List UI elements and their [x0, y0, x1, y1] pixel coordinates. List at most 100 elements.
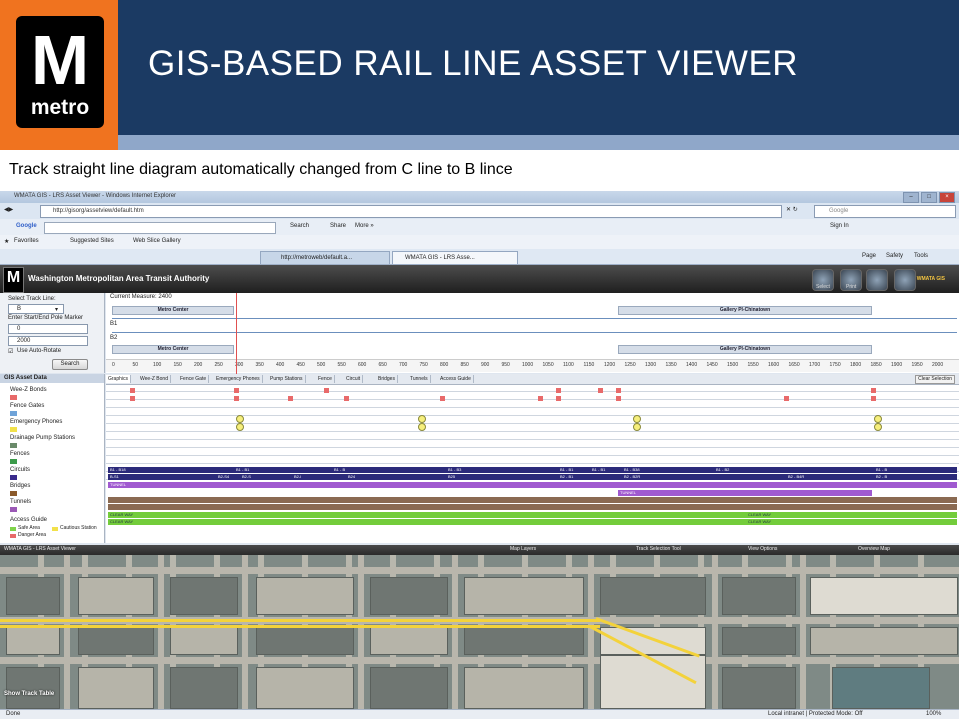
- emergency-phone-marker[interactable]: [418, 415, 426, 423]
- emergency-phone-marker[interactable]: [874, 415, 882, 423]
- asset-tab[interactable]: Bridges: [376, 375, 398, 383]
- map-road: [588, 555, 594, 709]
- asset-tab[interactable]: Pump Stations: [268, 375, 306, 383]
- track-line-b2: [112, 332, 957, 333]
- track-selection-tool-panel[interactable]: Track Selection Tool: [636, 546, 681, 552]
- station-bar[interactable]: Gallery Pl-Chinatown: [618, 306, 872, 315]
- overview-icon[interactable]: [866, 269, 888, 291]
- measure-icon[interactable]: [894, 269, 916, 291]
- track-label: B1: [110, 321, 118, 327]
- circuit-band[interactable]: B1 - B18 B1 - B1 B1 - B B1 - B3 B1 - B1 B1 - …: [108, 467, 957, 473]
- wee-z-bond-marker[interactable]: [871, 388, 876, 393]
- wee-z-bond-marker[interactable]: [288, 396, 293, 401]
- asset-tab[interactable]: Wee-Z Bond: [138, 375, 171, 383]
- wee-z-bond-marker[interactable]: [871, 396, 876, 401]
- track-line-select[interactable]: B ▾: [8, 304, 64, 314]
- start-marker-input[interactable]: 0: [8, 324, 88, 334]
- circuit-band[interactable]: B-S1 B2-S4 B2-S B2-I B24 B25 B2 - B1 B2 - B2R B2…: [108, 474, 957, 480]
- bridge-band[interactable]: [108, 497, 957, 503]
- maximize-button[interactable]: □: [921, 192, 937, 203]
- close-button[interactable]: ×: [939, 192, 955, 203]
- favorites-item[interactable]: Web Slice Gallery: [133, 238, 181, 244]
- tunnel-band[interactable]: TUNNEL: [108, 482, 957, 488]
- favorites-button[interactable]: Favorites: [14, 238, 39, 244]
- access-guide-band[interactable]: CLEAR WAY CLEAR WAY: [108, 512, 957, 518]
- access-guide-band[interactable]: CLEAR WAY CLEAR WAY: [108, 519, 957, 525]
- band-label: B1 - B3: [448, 467, 462, 472]
- wee-z-bond-marker[interactable]: [616, 396, 621, 401]
- map-building: [370, 577, 448, 615]
- safety-menu[interactable]: Safety: [886, 253, 903, 259]
- signin-link[interactable]: Sign In: [830, 223, 849, 229]
- view-options-panel[interactable]: View Options: [748, 546, 777, 552]
- station-bar[interactable]: Gallery Pl-Chinatown: [618, 345, 872, 354]
- wee-z-bond-marker[interactable]: [556, 396, 561, 401]
- map-layers-panel[interactable]: Map Layers: [510, 546, 536, 552]
- google-share-button[interactable]: Share: [330, 223, 346, 229]
- map-road: [158, 555, 164, 709]
- wee-z-bond-marker[interactable]: [234, 396, 239, 401]
- asset-tab[interactable]: Graphics: [106, 375, 132, 383]
- band-label: B1 - B1: [560, 467, 574, 472]
- overview-map-panel[interactable]: Overview Map: [858, 546, 890, 552]
- station-bar[interactable]: Metro Center: [112, 306, 234, 315]
- wee-z-bond-marker[interactable]: [556, 388, 561, 393]
- google-search-input[interactable]: [44, 222, 276, 234]
- ruler-tick-label: 1450: [706, 362, 718, 368]
- auto-rotate-checkbox[interactable]: ☑: [8, 348, 13, 355]
- browser-tab[interactable]: http://metroweb/default.a...: [260, 251, 390, 264]
- google-more-button[interactable]: More »: [355, 223, 374, 229]
- wee-z-bond-marker[interactable]: [234, 388, 239, 393]
- wee-z-bond-marker[interactable]: [324, 388, 329, 393]
- asset-tab[interactable]: Emergency Phones: [214, 375, 263, 383]
- back-icon[interactable]: ◀▶: [4, 206, 13, 213]
- access-guide-title: Access Guide: [10, 517, 48, 523]
- emergency-phone-marker[interactable]: [418, 423, 426, 431]
- browser-tab-active[interactable]: WMATA GIS - LRS Asse...: [392, 251, 518, 264]
- emergency-phone-marker[interactable]: [236, 415, 244, 423]
- asset-tab[interactable]: Tunnels: [408, 375, 431, 383]
- emergency-phone-marker[interactable]: [236, 423, 244, 431]
- emergency-phone-marker[interactable]: [874, 423, 882, 431]
- show-track-table-link[interactable]: Show Track Table: [4, 691, 54, 697]
- google-search-button[interactable]: Search: [290, 223, 309, 229]
- asset-tab[interactable]: Circuit: [344, 375, 364, 383]
- refresh-icon[interactable]: ✕ ↻: [786, 206, 798, 213]
- band-label: B2 - B: [876, 474, 888, 479]
- wee-z-bond-marker[interactable]: [130, 388, 135, 393]
- wee-z-bond-marker[interactable]: [784, 396, 789, 401]
- wee-z-bond-marker[interactable]: [440, 396, 445, 401]
- asset-tab[interactable]: Fence: [316, 375, 335, 383]
- ruler-tick-label: 750: [419, 362, 428, 368]
- end-marker-input[interactable]: 2000: [8, 336, 88, 346]
- emergency-phone-marker[interactable]: [633, 415, 641, 423]
- ruler-tick-label: 100: [153, 362, 162, 368]
- search-button[interactable]: Search: [52, 359, 88, 370]
- wee-z-bond-marker[interactable]: [616, 388, 621, 393]
- page-menu[interactable]: Page: [862, 253, 876, 259]
- tools-menu[interactable]: Tools: [914, 253, 928, 259]
- emergency-phone-marker[interactable]: [633, 423, 641, 431]
- asset-graphics[interactable]: B1 - B18 B1 - B1 B1 - B B1 - B3 B1 - B1 B1 - …: [106, 385, 959, 543]
- clear-selection-button[interactable]: Clear Selection: [915, 375, 955, 384]
- tunnel-band[interactable]: TUNNEL: [618, 490, 872, 496]
- aerial-map[interactable]: Show Track Table: [0, 555, 959, 709]
- wee-z-bond-marker[interactable]: [598, 388, 603, 393]
- asset-tab[interactable]: Access Guide: [438, 375, 474, 383]
- station-bar[interactable]: Metro Center: [112, 345, 234, 354]
- asset-tab[interactable]: Fence Gate: [178, 375, 210, 383]
- zoom-level[interactable]: 100%: [926, 711, 941, 717]
- straight-line-diagram[interactable]: Current Measure: 2400 Metro Center Galle…: [106, 293, 959, 373]
- favorites-item[interactable]: Suggested Sites: [70, 238, 114, 244]
- browser-status-bar: Done Local intranet | Protected Mode: Of…: [0, 709, 959, 719]
- wee-z-bond-marker[interactable]: [344, 396, 349, 401]
- legend-label: Bridges: [10, 483, 31, 489]
- web-search-box[interactable]: Google: [814, 205, 956, 218]
- address-bar[interactable]: http://gisorg/assetview/default.htm: [40, 205, 782, 218]
- wee-z-bond-marker[interactable]: [538, 396, 543, 401]
- bridge-band[interactable]: [108, 504, 957, 510]
- wee-z-bond-marker[interactable]: [130, 396, 135, 401]
- ruler-tick-label: 900: [481, 362, 490, 368]
- minimize-button[interactable]: –: [903, 192, 919, 203]
- favorites-bar: ★ Favorites Suggested Sites Web Slice Ga…: [0, 235, 959, 250]
